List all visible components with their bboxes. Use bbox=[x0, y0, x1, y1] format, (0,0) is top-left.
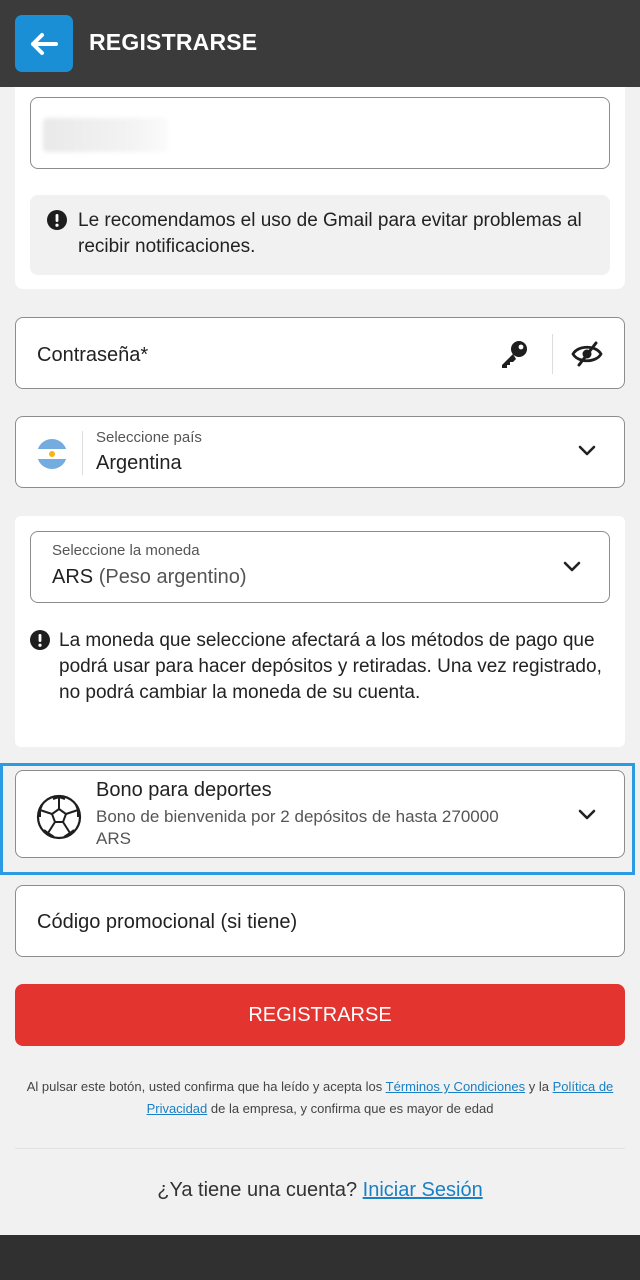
currency-note: La moneda que seleccione afectará a los … bbox=[59, 630, 602, 703]
currency-label: Seleccione la moneda bbox=[52, 542, 200, 559]
legal-text-part1: Al pulsar este botón, usted confirma que… bbox=[26, 1079, 386, 1094]
currency-card: Seleccione la moneda ARS (Peso argentino… bbox=[15, 516, 625, 747]
divider bbox=[15, 1148, 625, 1149]
chevron-down-icon bbox=[578, 445, 596, 456]
soccer-ball-icon bbox=[36, 794, 82, 840]
key-icon bbox=[502, 341, 527, 368]
back-button[interactable] bbox=[15, 15, 73, 72]
login-question: ¿Ya tiene una cuenta? bbox=[157, 1179, 363, 1201]
email-field[interactable] bbox=[30, 97, 610, 169]
alert-icon bbox=[47, 210, 67, 230]
argentina-flag-icon bbox=[37, 439, 67, 469]
country-label: Seleccione país bbox=[96, 429, 202, 446]
top-bar: REGISTRARSE bbox=[0, 0, 640, 87]
legal-text: Al pulsar este botón, usted confirma que… bbox=[10, 1076, 630, 1120]
footer bbox=[0, 1235, 640, 1280]
chevron-down-icon bbox=[578, 809, 596, 820]
page-title: REGISTRARSE bbox=[89, 29, 258, 55]
email-hint-text: Le recomendamos el uso de Gmail para evi… bbox=[78, 210, 582, 257]
login-prompt: ¿Ya tiene una cuenta? Iniciar Sesión bbox=[0, 1179, 640, 1202]
password-label: Contraseña* bbox=[37, 344, 149, 366]
currency-name: (Peso argentino) bbox=[98, 566, 247, 588]
legal-text-part2: y la bbox=[525, 1079, 553, 1094]
bonus-select[interactable]: Bono para deportes Bono de bienvenida po… bbox=[15, 770, 625, 858]
email-value-blurred bbox=[43, 118, 168, 152]
currency-value: ARS (Peso argentino) bbox=[52, 566, 247, 589]
promo-code-field[interactable]: Código promocional (si tiene) bbox=[15, 885, 625, 957]
password-field[interactable]: Contraseña* bbox=[15, 317, 625, 389]
password-divider bbox=[552, 334, 553, 374]
legal-text-part3: de la empresa, y confirma que es mayor d… bbox=[207, 1101, 494, 1116]
currency-code: ARS bbox=[52, 566, 94, 588]
alert-icon bbox=[30, 630, 50, 650]
login-link[interactable]: Iniciar Sesión bbox=[363, 1179, 483, 1201]
currency-select[interactable]: Seleccione la moneda ARS (Peso argentino… bbox=[30, 531, 610, 603]
chevron-down-icon bbox=[563, 561, 581, 572]
terms-link[interactable]: Términos y Condiciones bbox=[386, 1079, 525, 1094]
promo-code-label: Código promocional (si tiene) bbox=[37, 911, 298, 933]
arrow-left-icon bbox=[31, 32, 58, 55]
bonus-subtitle: Bono de bienvenida por 2 depósitos de ha… bbox=[96, 807, 499, 848]
email-card: Le recomendamos el uso de Gmail para evi… bbox=[15, 87, 625, 289]
eye-off-icon[interactable] bbox=[570, 340, 604, 368]
bonus-title: Bono para deportes bbox=[96, 779, 272, 801]
country-value: Argentina bbox=[96, 452, 182, 474]
email-hint-box: Le recomendamos el uso de Gmail para evi… bbox=[30, 195, 610, 275]
country-divider bbox=[82, 431, 83, 475]
country-select[interactable]: Seleccione país Argentina bbox=[15, 416, 625, 488]
register-button[interactable]: REGISTRARSE bbox=[15, 984, 625, 1046]
